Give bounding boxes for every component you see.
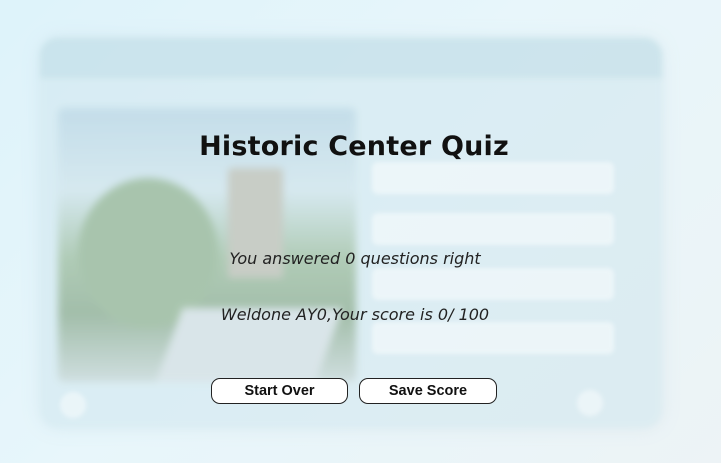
score-text: Weldone AY0,Your score is 0/ 100 <box>220 305 490 324</box>
save-score-button[interactable]: Save Score <box>359 378 497 404</box>
start-over-button[interactable]: Start Over <box>211 378 348 404</box>
answered-count-text: You answered 0 questions right <box>229 249 481 268</box>
quiz-title: Historic Center Quiz <box>199 131 509 162</box>
